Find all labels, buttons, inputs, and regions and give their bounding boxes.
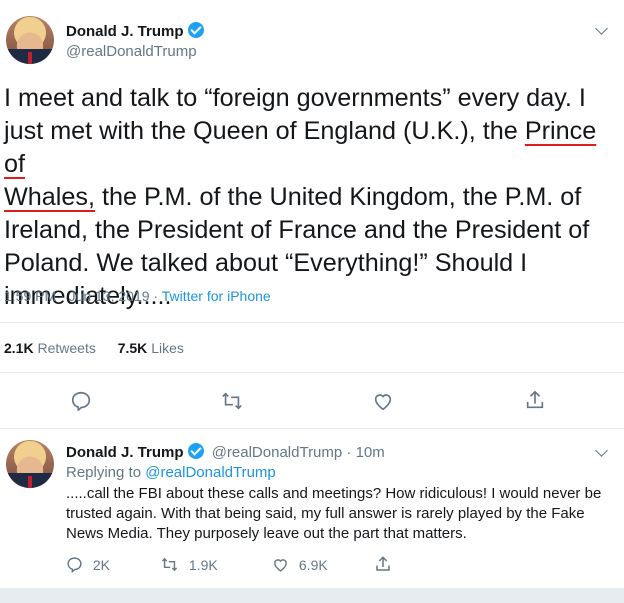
replying-to-label: Replying to	[66, 464, 146, 481]
reply-text: .....call the FBI about these calls and …	[66, 485, 602, 542]
reply-count: 2K	[92, 557, 111, 573]
retweet-action[interactable]: 1.9K	[160, 556, 218, 573]
timeline-separator	[0, 588, 624, 603]
retweets-label: Retweets	[37, 340, 96, 356]
retweet-icon[interactable]	[220, 390, 244, 412]
likes-label: Likes	[151, 340, 184, 356]
retweet-icon	[161, 557, 178, 572]
divider	[0, 372, 624, 373]
retweet-count: 1.9K	[188, 557, 218, 573]
tweet-text-underlined2: Whales,	[4, 183, 95, 211]
like-icon[interactable]	[372, 390, 394, 412]
replying-to-handle[interactable]: @realDonaldTrump	[145, 464, 276, 481]
author-header: Donald J. Trump	[66, 22, 204, 40]
divider	[0, 428, 624, 429]
chevron-down-icon[interactable]	[595, 22, 608, 35]
author-handle[interactable]: @realDonaldTrump	[66, 43, 197, 60]
timestamp[interactable]: 1:59 PM · Jun 13, 2019 ·	[4, 288, 162, 304]
reply-icon[interactable]	[70, 390, 92, 412]
source-link[interactable]: Twitter for iPhone	[162, 288, 271, 304]
reply-author-name[interactable]: Donald J. Trump	[66, 444, 184, 461]
reply-header: Donald J. Trump @realDonaldTrump · 10m	[66, 443, 385, 461]
likes-stat[interactable]: 7.5K Likes	[118, 340, 184, 356]
reply-author-handle[interactable]: @realDonaldTrump · 10m	[212, 444, 385, 461]
avatar[interactable]	[6, 16, 54, 64]
share-icon[interactable]	[524, 389, 546, 411]
engagement-stats: 2.1K Retweets 7.5K Likes	[4, 340, 184, 356]
avatar[interactable]	[6, 440, 54, 488]
chevron-down-icon[interactable]	[595, 444, 608, 457]
retweets-stat[interactable]: 2.1K Retweets	[4, 340, 96, 356]
tweet-text: I meet and talk to “foreign governments”…	[4, 82, 616, 313]
tweet-meta: 1:59 PM · Jun 13, 2019 · Twitter for iPh…	[4, 288, 271, 304]
reply-action[interactable]: 2K	[66, 556, 111, 574]
verified-icon	[187, 443, 204, 459]
reply-icon	[67, 557, 82, 574]
verified-icon	[187, 22, 204, 38]
like-action[interactable]: 6.9K	[272, 556, 328, 573]
author-name[interactable]: Donald J. Trump	[66, 23, 184, 40]
likes-count: 7.5K	[117, 340, 148, 356]
retweets-count: 2.1K	[4, 340, 34, 356]
like-count: 6.9K	[298, 557, 328, 573]
like-icon	[274, 559, 287, 572]
share-icon[interactable]	[374, 555, 392, 573]
tweet-text-part1: I meet and talk to “foreign governments”…	[4, 84, 586, 145]
divider	[0, 322, 624, 323]
replying-to: Replying to @realDonaldTrump	[66, 464, 276, 481]
